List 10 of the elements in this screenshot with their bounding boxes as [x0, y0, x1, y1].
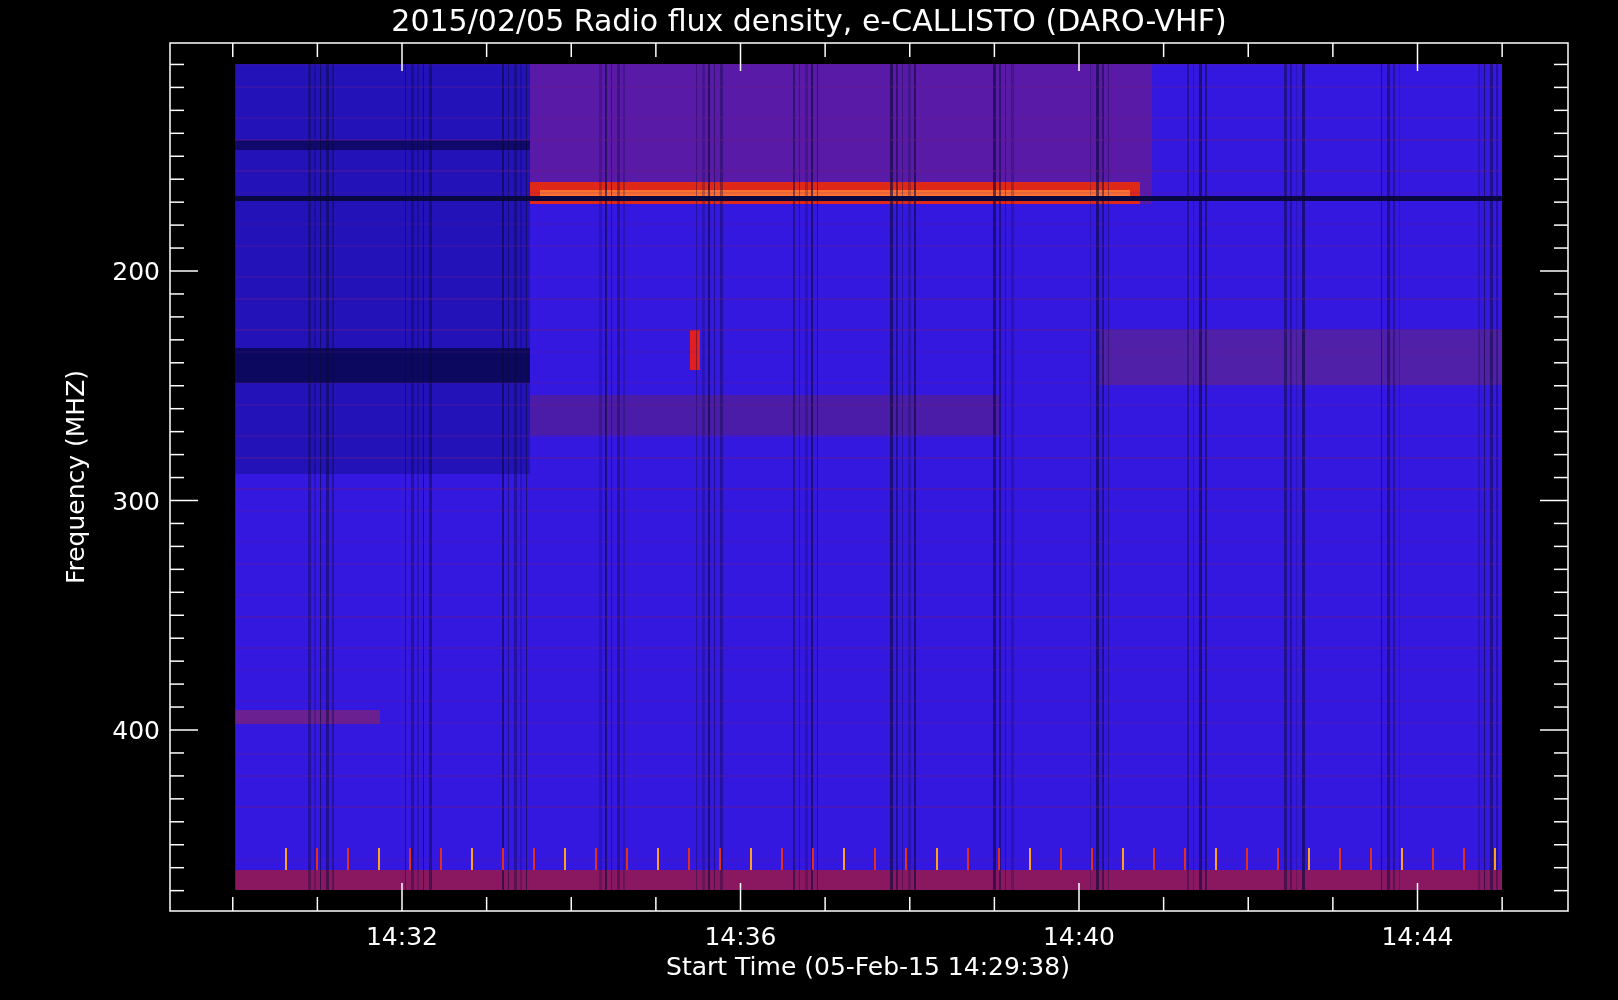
plot-title: 2015/02/05 Radio flux density, e-CALLISTO (DARO-VHF) — [391, 3, 1227, 38]
y-tick-label: 200 — [112, 257, 160, 286]
y-tick-label: 400 — [112, 716, 160, 745]
x-tick-label: 14:44 — [1381, 922, 1454, 951]
y-tick-label: 300 — [112, 486, 160, 516]
x-tick-label: 14:32 — [366, 922, 438, 951]
x-tick-label: 14:40 — [1043, 922, 1115, 951]
y-axis-label: Frequency (MHZ) — [61, 369, 90, 585]
x-axis-label: Start Time (05-Feb-15 14:29:38) — [666, 952, 1070, 981]
x-tick-label: 14:36 — [704, 922, 777, 951]
